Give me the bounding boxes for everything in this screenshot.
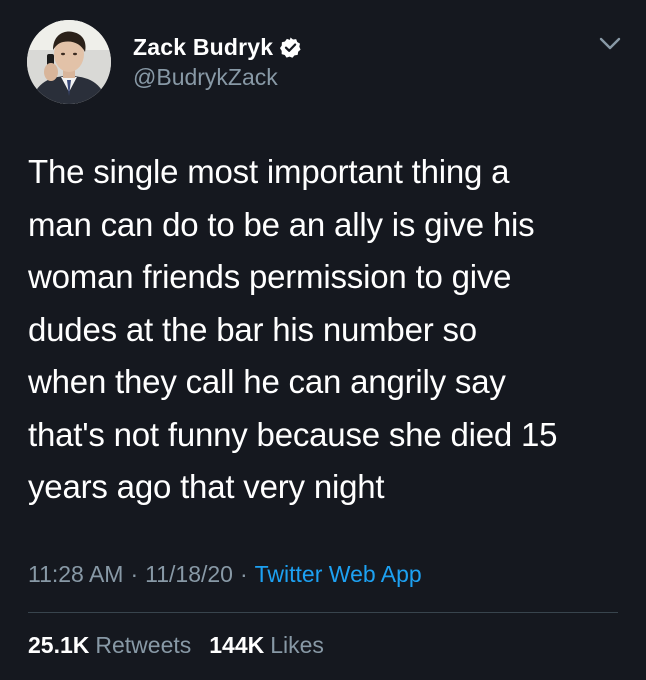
profile-photo xyxy=(27,20,111,104)
likes-count: 144K xyxy=(209,632,265,658)
verified-badge-icon xyxy=(279,36,302,59)
tweet-date[interactable]: 11/18/20 xyxy=(145,561,233,587)
author-handle[interactable]: @BudrykZack xyxy=(133,64,278,91)
meta-separator: · xyxy=(130,561,139,587)
retweets-count: 25.1K xyxy=(28,632,90,658)
tweet-text: The single most important thing a man ca… xyxy=(28,153,558,505)
tweet-stats: 25.1K Retweets 144K Likes xyxy=(28,632,324,659)
author-name-row[interactable]: Zack Budryk xyxy=(133,32,302,62)
retweets-stat[interactable]: 25.1K Retweets xyxy=(28,632,191,658)
author-display-name[interactable]: Zack Budryk xyxy=(133,34,273,61)
chevron-down-icon[interactable] xyxy=(597,34,623,54)
retweets-label: Retweets xyxy=(95,632,192,658)
likes-label: Likes xyxy=(270,632,324,658)
tweet-time[interactable]: 11:28 AM xyxy=(28,561,123,587)
avatar[interactable] xyxy=(27,20,111,104)
meta-separator: · xyxy=(239,561,248,587)
divider xyxy=(28,612,618,613)
tweet-source-link[interactable]: Twitter Web App xyxy=(255,561,422,587)
tweet-card: Zack Budryk @BudrykZack The single most … xyxy=(0,0,646,680)
tweet-meta: 11:28 AM · 11/18/20 · Twitter Web App xyxy=(28,561,422,588)
likes-stat[interactable]: 144K Likes xyxy=(209,632,324,658)
